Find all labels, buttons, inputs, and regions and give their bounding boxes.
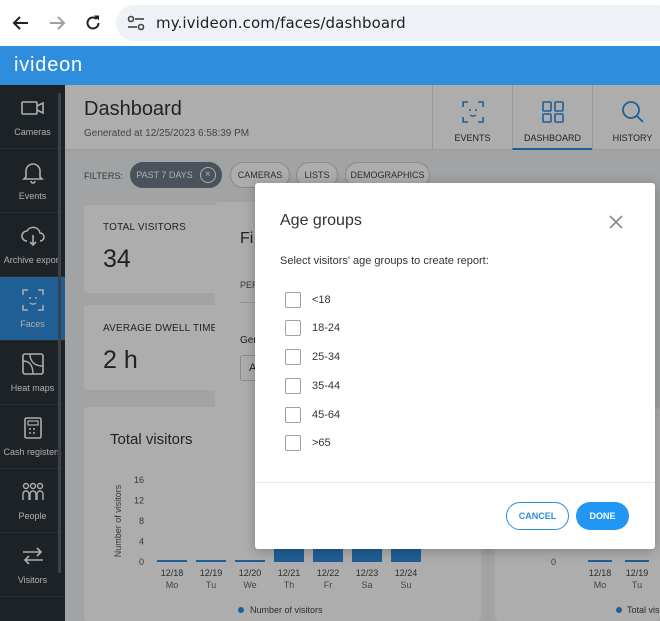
checkbox[interactable] [285, 320, 301, 336]
dialog-divider [255, 482, 655, 483]
done-button[interactable]: DONE [576, 502, 629, 530]
forward-button[interactable] [44, 10, 70, 36]
arrow-right-icon [50, 16, 66, 30]
close-icon [609, 215, 623, 229]
age-option-over-65[interactable]: >65 [285, 434, 331, 452]
url-text: my.ivideon.com/faces/dashboard [156, 14, 406, 32]
age-option-label: 25-34 [312, 351, 341, 363]
browser-toolbar: my.ivideon.com/faces/dashboard [0, 0, 660, 46]
back-button[interactable] [8, 10, 34, 36]
age-option-label: 18-24 [312, 322, 341, 334]
checkbox[interactable] [285, 407, 301, 423]
dialog-subtitle: Select visitors' age groups to create re… [280, 255, 489, 267]
logo[interactable]: ivideon [14, 54, 83, 77]
age-groups-dialog: Age groups Select visitors' age groups t… [255, 183, 655, 549]
checkbox[interactable] [285, 349, 301, 365]
checkbox[interactable] [285, 292, 301, 308]
dialog-title: Age groups [280, 212, 362, 229]
cancel-button[interactable]: CANCEL [506, 502, 569, 530]
age-option-45-64[interactable]: 45-64 [285, 406, 340, 424]
age-option-label: 45-64 [312, 409, 341, 421]
close-button[interactable] [606, 212, 626, 232]
age-option-label: >65 [312, 437, 331, 449]
age-option-label: 35-44 [312, 380, 341, 392]
checkbox[interactable] [285, 378, 301, 394]
age-option-25-34[interactable]: 25-34 [285, 348, 340, 366]
age-option-35-44[interactable]: 35-44 [285, 377, 340, 395]
age-option-label: <18 [312, 294, 331, 306]
reload-button[interactable] [80, 10, 106, 36]
age-option-18-24[interactable]: 18-24 [285, 319, 340, 337]
age-option-under-18[interactable]: <18 [285, 291, 331, 309]
app-header: ivideon [0, 46, 660, 85]
arrow-left-icon [12, 16, 28, 30]
address-bar[interactable]: my.ivideon.com/faces/dashboard [116, 5, 660, 41]
checkbox[interactable] [285, 435, 301, 451]
site-settings-icon[interactable] [126, 14, 146, 32]
reload-icon [86, 15, 100, 30]
